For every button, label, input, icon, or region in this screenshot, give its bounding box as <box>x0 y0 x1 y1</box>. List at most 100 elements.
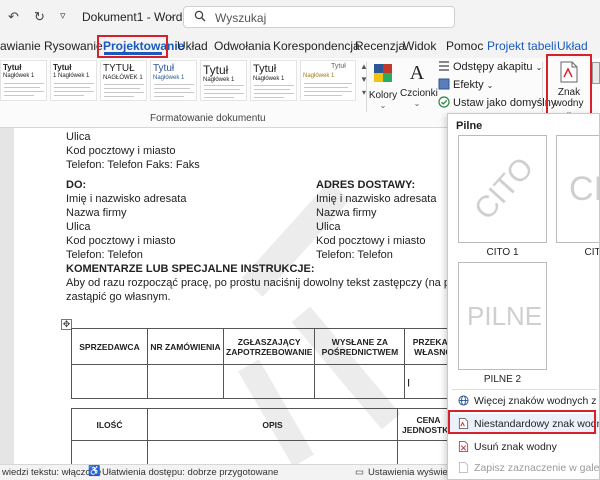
to-phone[interactable]: Telefon: Telefon <box>66 249 143 262</box>
tab-layout[interactable]: Układ <box>177 39 208 53</box>
redo-icon[interactable]: ↻ <box>34 9 45 25</box>
ship-phone[interactable]: Telefon: Telefon <box>316 249 393 262</box>
tab-home-partial[interactable]: awianie <box>0 39 41 53</box>
menu-item-label: Zapisz zaznaczenie w galerii znaków wodn… <box>474 462 600 474</box>
to-company[interactable]: Nazwa firmy <box>66 207 127 220</box>
style-title: Tytuł <box>53 63 72 72</box>
status-text-predictions[interactable]: wiedzi tekstu: włączone <box>2 467 101 478</box>
watermark-caption: PILNE 2 <box>483 374 522 385</box>
table-cell[interactable] <box>222 364 316 399</box>
comments-heading: KOMENTARZE LUB SPECJALNE INSTRUKCJE: <box>66 263 315 275</box>
style-set-2[interactable]: Tytuł 1 Nagłówek 1 <box>50 60 97 101</box>
effects-button[interactable]: Efekty ⌄ <box>438 78 493 91</box>
colors-button[interactable]: Kolory ⌄ <box>368 60 398 110</box>
style-title: Tytuł <box>3 63 22 72</box>
style-set-5[interactable]: Tytuł Nagłówek 1 <box>200 60 247 101</box>
paragraph-spacing-button[interactable]: Odstępy akapitu ⌄ <box>438 60 542 73</box>
to-name[interactable]: Imię i nazwisko adresata <box>66 193 186 206</box>
table-header-cell[interactable]: NR ZAMÓWIENIA <box>147 328 224 365</box>
page-color-button-partial[interactable] <box>592 62 600 102</box>
watermark-caption: CITO 1 <box>486 247 519 258</box>
table-header-cell[interactable]: SPRZEDAWCA <box>71 328 148 365</box>
ship-postal[interactable]: Kod pocztowy i miasto <box>316 235 425 248</box>
sender-postal[interactable]: Kod pocztowy i miasto <box>66 145 175 158</box>
divider <box>542 62 543 112</box>
set-as-default-label: Ustaw jako domyślny <box>453 97 557 109</box>
globe-icon <box>458 395 469 406</box>
style-title: Tytuł <box>331 63 346 70</box>
style-set-1[interactable]: Tytuł Nagłówek 1 <box>0 60 47 101</box>
watermark-preview-text: CITO <box>569 170 600 208</box>
save-watermark-icon <box>458 462 469 473</box>
fonts-button[interactable]: A Czcionki ⌄ <box>400 60 438 110</box>
table-row <box>71 440 460 464</box>
remove-watermark-item[interactable]: Usuń znak wodny <box>450 437 598 457</box>
comments-line-2[interactable]: zastąpić go własnym. <box>66 291 171 304</box>
search-icon <box>194 10 206 22</box>
style-heading: Nagłówek 1 <box>303 73 335 79</box>
table-cell[interactable] <box>147 364 224 399</box>
tab-review[interactable]: Recenzja <box>355 39 405 53</box>
watermark-option-cito-2[interactable]: CITO <box>556 135 600 243</box>
ship-company[interactable]: Nazwa firmy <box>316 207 377 220</box>
accessibility-icon: ♿ <box>88 466 101 477</box>
table-header-cell[interactable]: ZGŁASZAJĄCY ZAPOTRZEBOWANIE <box>222 328 316 365</box>
watermark-option-pilne-1[interactable]: PILNE <box>458 262 547 370</box>
status-accessibility[interactable]: Ułatwienia dostępu: dobrze przygotowane <box>102 467 278 478</box>
watermark-option-cito-1[interactable]: CITO <box>458 135 547 243</box>
set-as-default-button[interactable]: Ustaw jako domyślny <box>438 96 556 109</box>
table-cell[interactable] <box>71 364 148 399</box>
customize-toolbar-icon[interactable]: ▿ <box>60 9 66 22</box>
tab-table-layout[interactable]: Układ <box>557 39 588 53</box>
style-set-4[interactable]: Tytuł Nagłówek 1 <box>150 60 197 101</box>
fonts-icon: A <box>409 62 425 84</box>
table-header-cell[interactable]: ILOŚĆ <box>71 408 148 441</box>
table-header-cell[interactable]: OPIS <box>147 408 398 441</box>
style-heading: Nagłówek 1 <box>203 77 235 83</box>
tab-view[interactable]: Widok <box>403 39 436 53</box>
tab-mailings[interactable]: Korespondencja <box>273 39 360 53</box>
sender-phone[interactable]: Telefon: Telefon Faks: Faks <box>66 159 200 172</box>
tab-references[interactable]: Odwołania <box>214 39 271 53</box>
effects-icon <box>438 78 450 90</box>
style-set-6[interactable]: Tytuł Nagłówek 1 <box>250 60 297 101</box>
table-header-row: ILOŚĆ OPIS CENA JEDNOSTKO <box>71 408 460 441</box>
more-watermarks-item[interactable]: Więcej znaków wodnych z witryny <box>450 391 599 411</box>
design-tab-highlight <box>97 35 168 58</box>
table-cell[interactable] <box>147 440 398 464</box>
title-bar: ↶ ↻ ▿ Dokument1 - Word ⌄ Wyszukaj <box>0 0 600 34</box>
watermark-preview-text: CITO <box>468 151 541 227</box>
to-postal[interactable]: Kod pocztowy i miasto <box>66 235 175 248</box>
style-title: Tytuł <box>153 63 175 74</box>
effects-label: Efekty <box>453 79 484 91</box>
style-set-7[interactable]: Tytuł Nagłówek 1 <box>300 60 356 101</box>
ship-name[interactable]: Imię i nazwisko adresata <box>316 193 436 206</box>
paragraph-spacing-label: Odstępy akapitu <box>453 61 533 73</box>
items-table[interactable]: ILOŚĆ OPIS CENA JEDNOSTKO <box>71 408 460 464</box>
save-to-gallery-item[interactable]: Zapisz zaznaczenie w galerii znaków wodn… <box>450 458 600 478</box>
table-cell[interactable] <box>314 364 406 399</box>
chevron-down-icon[interactable]: ⌄ <box>168 10 176 21</box>
table-row: | <box>71 364 468 399</box>
ship-street[interactable]: Ulica <box>316 221 340 234</box>
dropdown-section-heading: Pilne <box>456 120 483 132</box>
chevron-down-icon: ⌄ <box>379 101 387 110</box>
style-set-3[interactable]: TYTUŁ NAGŁÓWEK 1 <box>100 60 147 101</box>
undo-icon[interactable]: ↶ <box>8 9 19 25</box>
style-title: Tytuł <box>203 63 229 77</box>
tab-draw[interactable]: Rysowanie <box>44 39 103 53</box>
colors-label: Kolory <box>368 90 398 101</box>
tab-help[interactable]: Pomoc <box>446 39 483 53</box>
display-settings-icon: ▭ <box>355 467 364 478</box>
sender-street[interactable]: Ulica <box>66 131 90 144</box>
order-table[interactable]: SPRZEDAWCA NR ZAMÓWIENIA ZGŁASZAJĄCY ZAP… <box>71 328 468 399</box>
tab-table-design[interactable]: Projekt tabeli <box>487 39 556 53</box>
to-street[interactable]: Ulica <box>66 221 90 234</box>
table-cell[interactable] <box>71 440 148 464</box>
chevron-down-icon: ⌄ <box>486 81 494 90</box>
check-circle-icon <box>438 96 450 108</box>
table-header-cell[interactable]: WYSŁANE ZA POŚREDNICTWEM <box>314 328 406 365</box>
fonts-label: Czcionki <box>400 88 438 99</box>
search-box[interactable]: Wyszukaj <box>183 6 455 28</box>
divider <box>452 389 597 390</box>
